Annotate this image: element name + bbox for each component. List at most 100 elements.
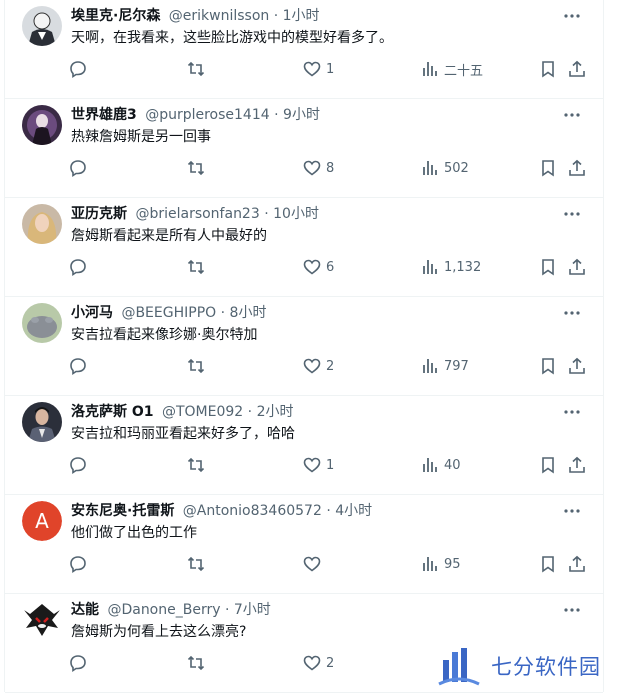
reply-button[interactable]: [69, 256, 87, 278]
bookmark-button[interactable]: [539, 157, 557, 179]
share-icon: [569, 60, 585, 77]
post-time[interactable]: 10小时: [273, 206, 319, 222]
user-handle[interactable]: @BEEGHIPPO: [121, 305, 216, 321]
like-count: 8: [326, 160, 335, 176]
share-button[interactable]: [568, 157, 586, 179]
post[interactable]: 洛克萨斯 O1 @TOME092 · 2小时 安吉拉和玛丽亚看起来好多了，哈哈 …: [5, 396, 603, 495]
like-button[interactable]: 6: [303, 256, 334, 278]
display-name[interactable]: 达能: [71, 602, 99, 618]
post-actions: 6 1,132: [5, 256, 603, 278]
share-button[interactable]: [568, 355, 586, 377]
reply-button[interactable]: [69, 355, 87, 377]
avatar[interactable]: [22, 402, 62, 442]
avatar[interactable]: [22, 6, 62, 46]
avatar[interactable]: [22, 105, 62, 145]
views-button[interactable]: 797: [421, 355, 469, 377]
bookmark-button[interactable]: [539, 355, 557, 377]
views-button[interactable]: 40: [421, 454, 461, 476]
repost-button[interactable]: [187, 652, 205, 674]
like-button[interactable]: [303, 553, 326, 575]
more-icon[interactable]: [563, 205, 581, 223]
repost-button[interactable]: [187, 355, 205, 377]
post-time[interactable]: 2小时: [257, 404, 294, 420]
post-time[interactable]: 9小时: [283, 107, 320, 123]
post[interactable]: 世界雄鹿3 @purplerose1414 · 9小时 热辣詹姆斯是另一回事 8…: [5, 99, 603, 198]
more-icon[interactable]: [563, 502, 581, 520]
more-icon[interactable]: [563, 403, 581, 421]
avatar[interactable]: [22, 303, 62, 343]
display-name[interactable]: 亚历克斯: [71, 206, 127, 222]
reply-button[interactable]: [69, 454, 87, 476]
display-name[interactable]: 世界雄鹿3: [71, 107, 137, 123]
watermark-text: 七分软件园: [491, 655, 601, 679]
user-handle[interactable]: @erikwnilsson: [169, 8, 270, 24]
like-button[interactable]: 1: [303, 454, 334, 476]
share-button[interactable]: [568, 58, 586, 80]
post-time[interactable]: 1小时: [283, 8, 320, 24]
post-time[interactable]: 8小时: [230, 305, 267, 321]
views-button[interactable]: 1,132: [421, 256, 481, 278]
avatar[interactable]: [22, 204, 62, 244]
share-button[interactable]: [568, 553, 586, 575]
more-icon[interactable]: [563, 7, 581, 25]
post-text: 詹姆斯看起来是所有人中最好的: [71, 228, 267, 244]
share-icon: [569, 357, 585, 374]
bookmark-button[interactable]: [539, 454, 557, 476]
timeline-feed: 埃里克·尼尔森 @erikwnilsson · 1小时 天啊，在我看来，这些脸比…: [4, 0, 604, 693]
views-button[interactable]: 95: [421, 553, 461, 575]
user-handle[interactable]: @brielarsonfan23: [135, 206, 259, 222]
reply-icon: [70, 655, 86, 672]
user-handle[interactable]: @purplerose1414: [145, 107, 269, 123]
display-name[interactable]: 安东尼奥·托雷斯: [71, 503, 174, 519]
reply-icon: [70, 556, 86, 573]
bookmark-button[interactable]: [539, 553, 557, 575]
like-button[interactable]: 1: [303, 58, 334, 80]
share-button[interactable]: [568, 256, 586, 278]
user-handle[interactable]: @TOME092: [162, 404, 243, 420]
reply-button[interactable]: [69, 553, 87, 575]
views-button[interactable]: 502: [421, 157, 469, 179]
user-handle[interactable]: @Antonio83460572: [183, 503, 322, 519]
repost-icon: [187, 259, 205, 275]
post[interactable]: 小河马 @BEEGHIPPO · 8小时 安吉拉看起来像珍娜·奥尔特加 2 79…: [5, 297, 603, 396]
repost-button[interactable]: [187, 256, 205, 278]
reply-button[interactable]: [69, 58, 87, 80]
like-button[interactable]: 2: [303, 652, 334, 674]
reply-button[interactable]: [69, 652, 87, 674]
like-button[interactable]: 8: [303, 157, 334, 179]
reply-icon: [70, 358, 86, 375]
display-name[interactable]: 埃里克·尼尔森: [71, 8, 160, 24]
separator: ·: [264, 206, 269, 222]
views-icon: [423, 161, 437, 175]
more-icon[interactable]: [563, 601, 581, 619]
user-handle[interactable]: @Danone_Berry: [107, 602, 220, 618]
post[interactable]: A 安东尼奥·托雷斯 @Antonio83460572 · 4小时 他们做了出色…: [5, 495, 603, 594]
avatar[interactable]: [22, 600, 62, 640]
display-name[interactable]: 小河马: [71, 305, 113, 321]
share-button[interactable]: [568, 454, 586, 476]
bookmark-button[interactable]: [539, 58, 557, 80]
avatar[interactable]: A: [22, 501, 62, 541]
post[interactable]: 亚历克斯 @brielarsonfan23 · 10小时 詹姆斯看起来是所有人中…: [5, 198, 603, 297]
like-count: 2: [326, 655, 335, 671]
more-icon[interactable]: [563, 106, 581, 124]
repost-button[interactable]: [187, 58, 205, 80]
display-name[interactable]: 洛克萨斯 O1: [71, 404, 154, 420]
post-time[interactable]: 4小时: [335, 503, 372, 519]
reply-button[interactable]: [69, 157, 87, 179]
repost-button[interactable]: [187, 553, 205, 575]
repost-button[interactable]: [187, 454, 205, 476]
repost-button[interactable]: [187, 157, 205, 179]
like-count: 1: [326, 61, 335, 77]
post[interactable]: 埃里克·尼尔森 @erikwnilsson · 1小时 天啊，在我看来，这些脸比…: [5, 0, 603, 99]
like-icon: [303, 160, 321, 176]
repost-icon: [187, 556, 205, 572]
bookmark-icon: [542, 160, 554, 177]
share-icon: [569, 555, 585, 572]
post-header: 安东尼奥·托雷斯 @Antonio83460572 · 4小时: [71, 501, 372, 521]
bookmark-button[interactable]: [539, 256, 557, 278]
more-icon[interactable]: [563, 304, 581, 322]
views-button[interactable]: 二十五: [421, 58, 483, 80]
like-button[interactable]: 2: [303, 355, 334, 377]
post-time[interactable]: 7小时: [234, 602, 271, 618]
